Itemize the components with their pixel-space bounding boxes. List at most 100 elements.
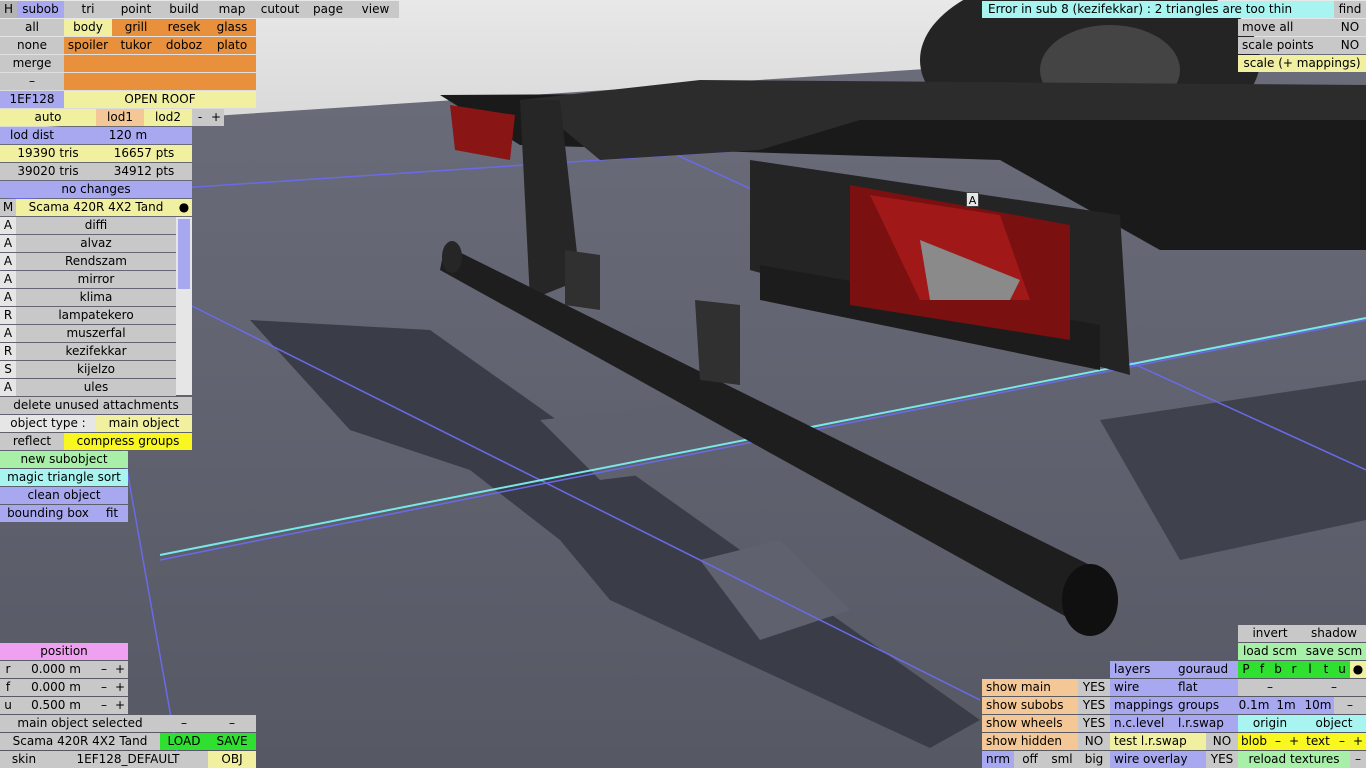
- position-value-r[interactable]: 0.000 m: [16, 661, 96, 678]
- group-body-button[interactable]: body: [64, 19, 112, 36]
- subobject-item[interactable]: alvaz: [16, 235, 176, 252]
- magic-triangle-sort-button[interactable]: magic triangle sort: [0, 469, 128, 486]
- select-none-button[interactable]: none: [0, 37, 64, 54]
- dash-button[interactable]: –: [1302, 679, 1366, 696]
- blob-button[interactable]: blob: [1238, 733, 1270, 750]
- wire-overlay-value[interactable]: YES: [1206, 751, 1238, 768]
- position-plus-u[interactable]: +: [112, 697, 128, 714]
- dist-1m-button[interactable]: 1m: [1270, 697, 1302, 714]
- subobject-item[interactable]: ules: [16, 379, 176, 396]
- shadow-button[interactable]: shadow: [1302, 625, 1366, 642]
- show-subobs-value[interactable]: YES: [1078, 697, 1110, 714]
- group-empty-slot[interactable]: [112, 55, 160, 72]
- nc-level-button[interactable]: n.c.level: [1110, 715, 1174, 732]
- reload-textures-button[interactable]: reload textures: [1238, 751, 1350, 768]
- position-value-u[interactable]: 0.500 m: [16, 697, 96, 714]
- bounding-box-button[interactable]: bounding box: [0, 505, 96, 522]
- scale-mappings-button[interactable]: scale (+ mappings): [1238, 55, 1366, 72]
- subobject-item[interactable]: Rendszam: [16, 253, 176, 270]
- scale-points-button[interactable]: scale points: [1238, 37, 1334, 54]
- group-empty-slot[interactable]: [208, 73, 256, 90]
- show-wheels-button[interactable]: show wheels: [982, 715, 1078, 732]
- channel-toggle[interactable]: f: [1254, 661, 1270, 678]
- show-main-button[interactable]: show main: [982, 679, 1078, 696]
- subobject-item[interactable]: klima: [16, 289, 176, 306]
- position-value-f[interactable]: 0.000 m: [16, 679, 96, 696]
- group-glass-button[interactable]: glass: [208, 19, 256, 36]
- dist-01m-button[interactable]: 0.1m: [1238, 697, 1270, 714]
- group-spoiler-button[interactable]: spoiler: [64, 37, 112, 54]
- text-plus-button[interactable]: +: [1350, 733, 1366, 750]
- wire-overlay-button[interactable]: wire overlay: [1110, 751, 1206, 768]
- position-minus-f[interactable]: –: [96, 679, 112, 696]
- position-minus-u[interactable]: –: [96, 697, 112, 714]
- scale-points-value[interactable]: NO: [1334, 37, 1366, 54]
- test-lr-swap-value[interactable]: NO: [1206, 733, 1238, 750]
- lod-auto-button[interactable]: auto: [0, 109, 96, 126]
- object-type-value[interactable]: main object: [96, 415, 192, 432]
- load-scm-button[interactable]: load scm: [1238, 643, 1302, 660]
- group-tukor-button[interactable]: tukor: [112, 37, 160, 54]
- dash-button[interactable]: –: [0, 73, 64, 90]
- object-name[interactable]: Scama 420R 4X2 Tand: [16, 199, 176, 216]
- lod2-button[interactable]: lod2: [144, 109, 192, 126]
- group-empty-slot[interactable]: [64, 73, 112, 90]
- menu-tri[interactable]: tri: [64, 1, 112, 18]
- lod-minus-button[interactable]: -: [192, 109, 208, 126]
- object-dot-button[interactable]: ●: [176, 199, 192, 216]
- delete-unused-button[interactable]: delete unused attachments: [0, 397, 192, 414]
- find-button[interactable]: find: [1334, 1, 1366, 18]
- subobject-item[interactable]: mirror: [16, 271, 176, 288]
- sml-button[interactable]: sml: [1046, 751, 1078, 768]
- lr-swap-button[interactable]: l.r.swap: [1174, 715, 1238, 732]
- subobject-item[interactable]: muszerfal: [16, 325, 176, 342]
- save-button[interactable]: SAVE: [208, 733, 256, 750]
- subobject-item[interactable]: diffi: [16, 217, 176, 234]
- dash-button[interactable]: –: [1238, 679, 1302, 696]
- nrm-button[interactable]: nrm: [982, 751, 1014, 768]
- off-button[interactable]: off: [1014, 751, 1046, 768]
- subobject-item[interactable]: kezifekkar: [16, 343, 176, 360]
- wire-button[interactable]: wire: [1110, 679, 1174, 696]
- menu-h[interactable]: H: [0, 1, 17, 18]
- origin-button[interactable]: origin: [1238, 715, 1302, 732]
- object-button[interactable]: object: [1302, 715, 1366, 732]
- big-button[interactable]: big: [1078, 751, 1110, 768]
- text-button[interactable]: text: [1302, 733, 1334, 750]
- merge-button[interactable]: merge: [0, 55, 64, 72]
- channel-toggle[interactable]: l: [1302, 661, 1318, 678]
- position-plus-r[interactable]: +: [112, 661, 128, 678]
- group-empty-slot[interactable]: [160, 73, 208, 90]
- invert-button[interactable]: invert: [1238, 625, 1302, 642]
- blob-plus-button[interactable]: +: [1286, 733, 1302, 750]
- groups-button[interactable]: groups: [1174, 697, 1238, 714]
- scrollbar-thumb[interactable]: [178, 219, 190, 289]
- subobject-item[interactable]: kijelzo: [16, 361, 176, 378]
- group-grill-button[interactable]: grill: [112, 19, 160, 36]
- group-empty-slot[interactable]: [64, 55, 112, 72]
- group-doboz-button[interactable]: doboz: [160, 37, 208, 54]
- load-button[interactable]: LOAD: [160, 733, 208, 750]
- channel-toggle[interactable]: t: [1318, 661, 1334, 678]
- dash-button[interactable]: –: [160, 715, 208, 732]
- group-empty-slot[interactable]: [160, 55, 208, 72]
- bottom-object-name[interactable]: Scama 420R 4X2 Tand: [0, 733, 160, 750]
- channel-toggle[interactable]: b: [1270, 661, 1286, 678]
- menu-point[interactable]: point: [112, 1, 160, 18]
- fit-button[interactable]: fit: [96, 505, 128, 522]
- show-wheels-value[interactable]: YES: [1078, 715, 1110, 732]
- channel-dot-button[interactable]: ●: [1350, 661, 1366, 678]
- reflect-button[interactable]: reflect: [0, 433, 64, 450]
- position-plus-f[interactable]: +: [112, 679, 128, 696]
- show-subobs-button[interactable]: show subobs: [982, 697, 1078, 714]
- channel-toggle[interactable]: u: [1334, 661, 1350, 678]
- open-roof-button[interactable]: OPEN ROOF: [64, 91, 256, 108]
- lod-dist-value[interactable]: 120 m: [64, 127, 192, 144]
- gouraud-button[interactable]: gouraud: [1174, 661, 1238, 678]
- move-all-button[interactable]: move all: [1238, 19, 1334, 36]
- lod-plus-button[interactable]: +: [208, 109, 224, 126]
- mappings-button[interactable]: mappings: [1110, 697, 1174, 714]
- obj-button[interactable]: OBJ: [208, 751, 256, 768]
- show-hidden-value[interactable]: NO: [1078, 733, 1110, 750]
- clean-object-button[interactable]: clean object: [0, 487, 128, 504]
